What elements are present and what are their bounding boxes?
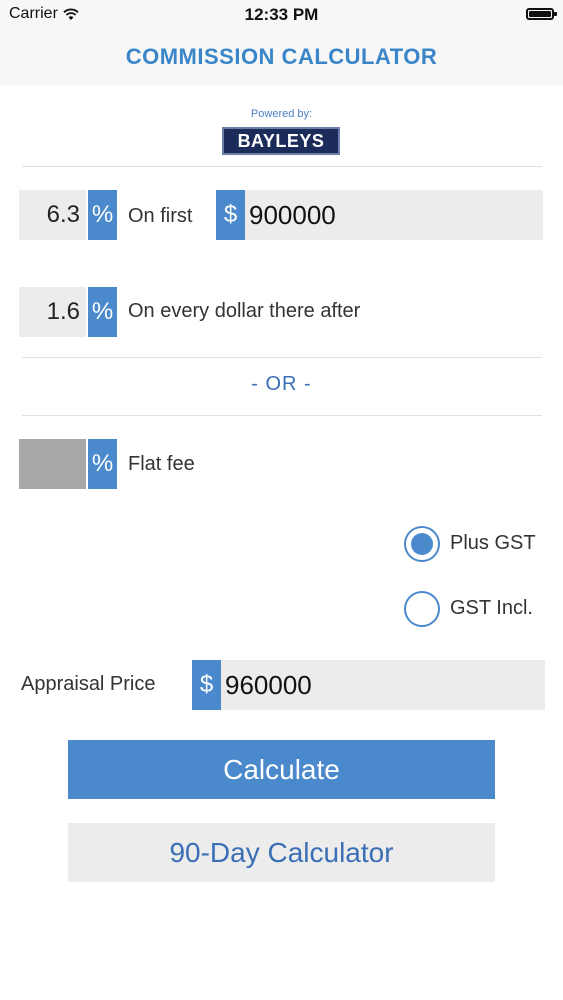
divider: [22, 357, 542, 358]
divider: [22, 415, 542, 416]
first-rate-input[interactable]: 6.3: [19, 190, 86, 240]
appraisal-price-label: Appraisal Price: [21, 673, 156, 695]
flat-fee-input[interactable]: [19, 439, 86, 489]
first-amount-input[interactable]: 900000: [245, 190, 543, 240]
plus-gst-radio[interactable]: [404, 526, 440, 562]
ninety-day-calculator-button[interactable]: 90-Day Calculator: [68, 823, 495, 882]
second-rate-input[interactable]: 1.6: [19, 287, 86, 337]
dollar-icon: $: [216, 190, 245, 240]
appraisal-amount-input[interactable]: 960000: [221, 660, 545, 710]
page-title: COMMISSION CALCULATOR: [125, 44, 438, 69]
navigation-bar: COMMISSION CALCULATOR: [0, 30, 563, 86]
every-dollar-label: On every dollar there after: [128, 300, 361, 322]
percent-icon: %: [88, 439, 117, 489]
plus-gst-label[interactable]: Plus GST: [450, 532, 536, 555]
on-first-label: On first: [128, 205, 193, 227]
gst-incl-label[interactable]: GST Incl.: [450, 597, 533, 620]
status-bar: Carrier 12:33 PM: [0, 0, 563, 30]
percent-icon: %: [88, 190, 117, 240]
divider: [22, 166, 542, 167]
calculate-button[interactable]: Calculate: [68, 740, 495, 799]
dollar-icon: $: [192, 660, 221, 710]
percent-icon: %: [88, 287, 117, 337]
or-separator: - OR -: [251, 373, 312, 395]
gst-incl-radio[interactable]: [404, 591, 440, 627]
battery-icon: [526, 8, 557, 20]
clock: 12:33 PM: [244, 5, 319, 24]
bayleys-logo: BAYLEYS: [222, 127, 340, 155]
powered-by-label: Powered by:: [250, 108, 313, 120]
flat-fee-label: Flat fee: [128, 453, 195, 475]
